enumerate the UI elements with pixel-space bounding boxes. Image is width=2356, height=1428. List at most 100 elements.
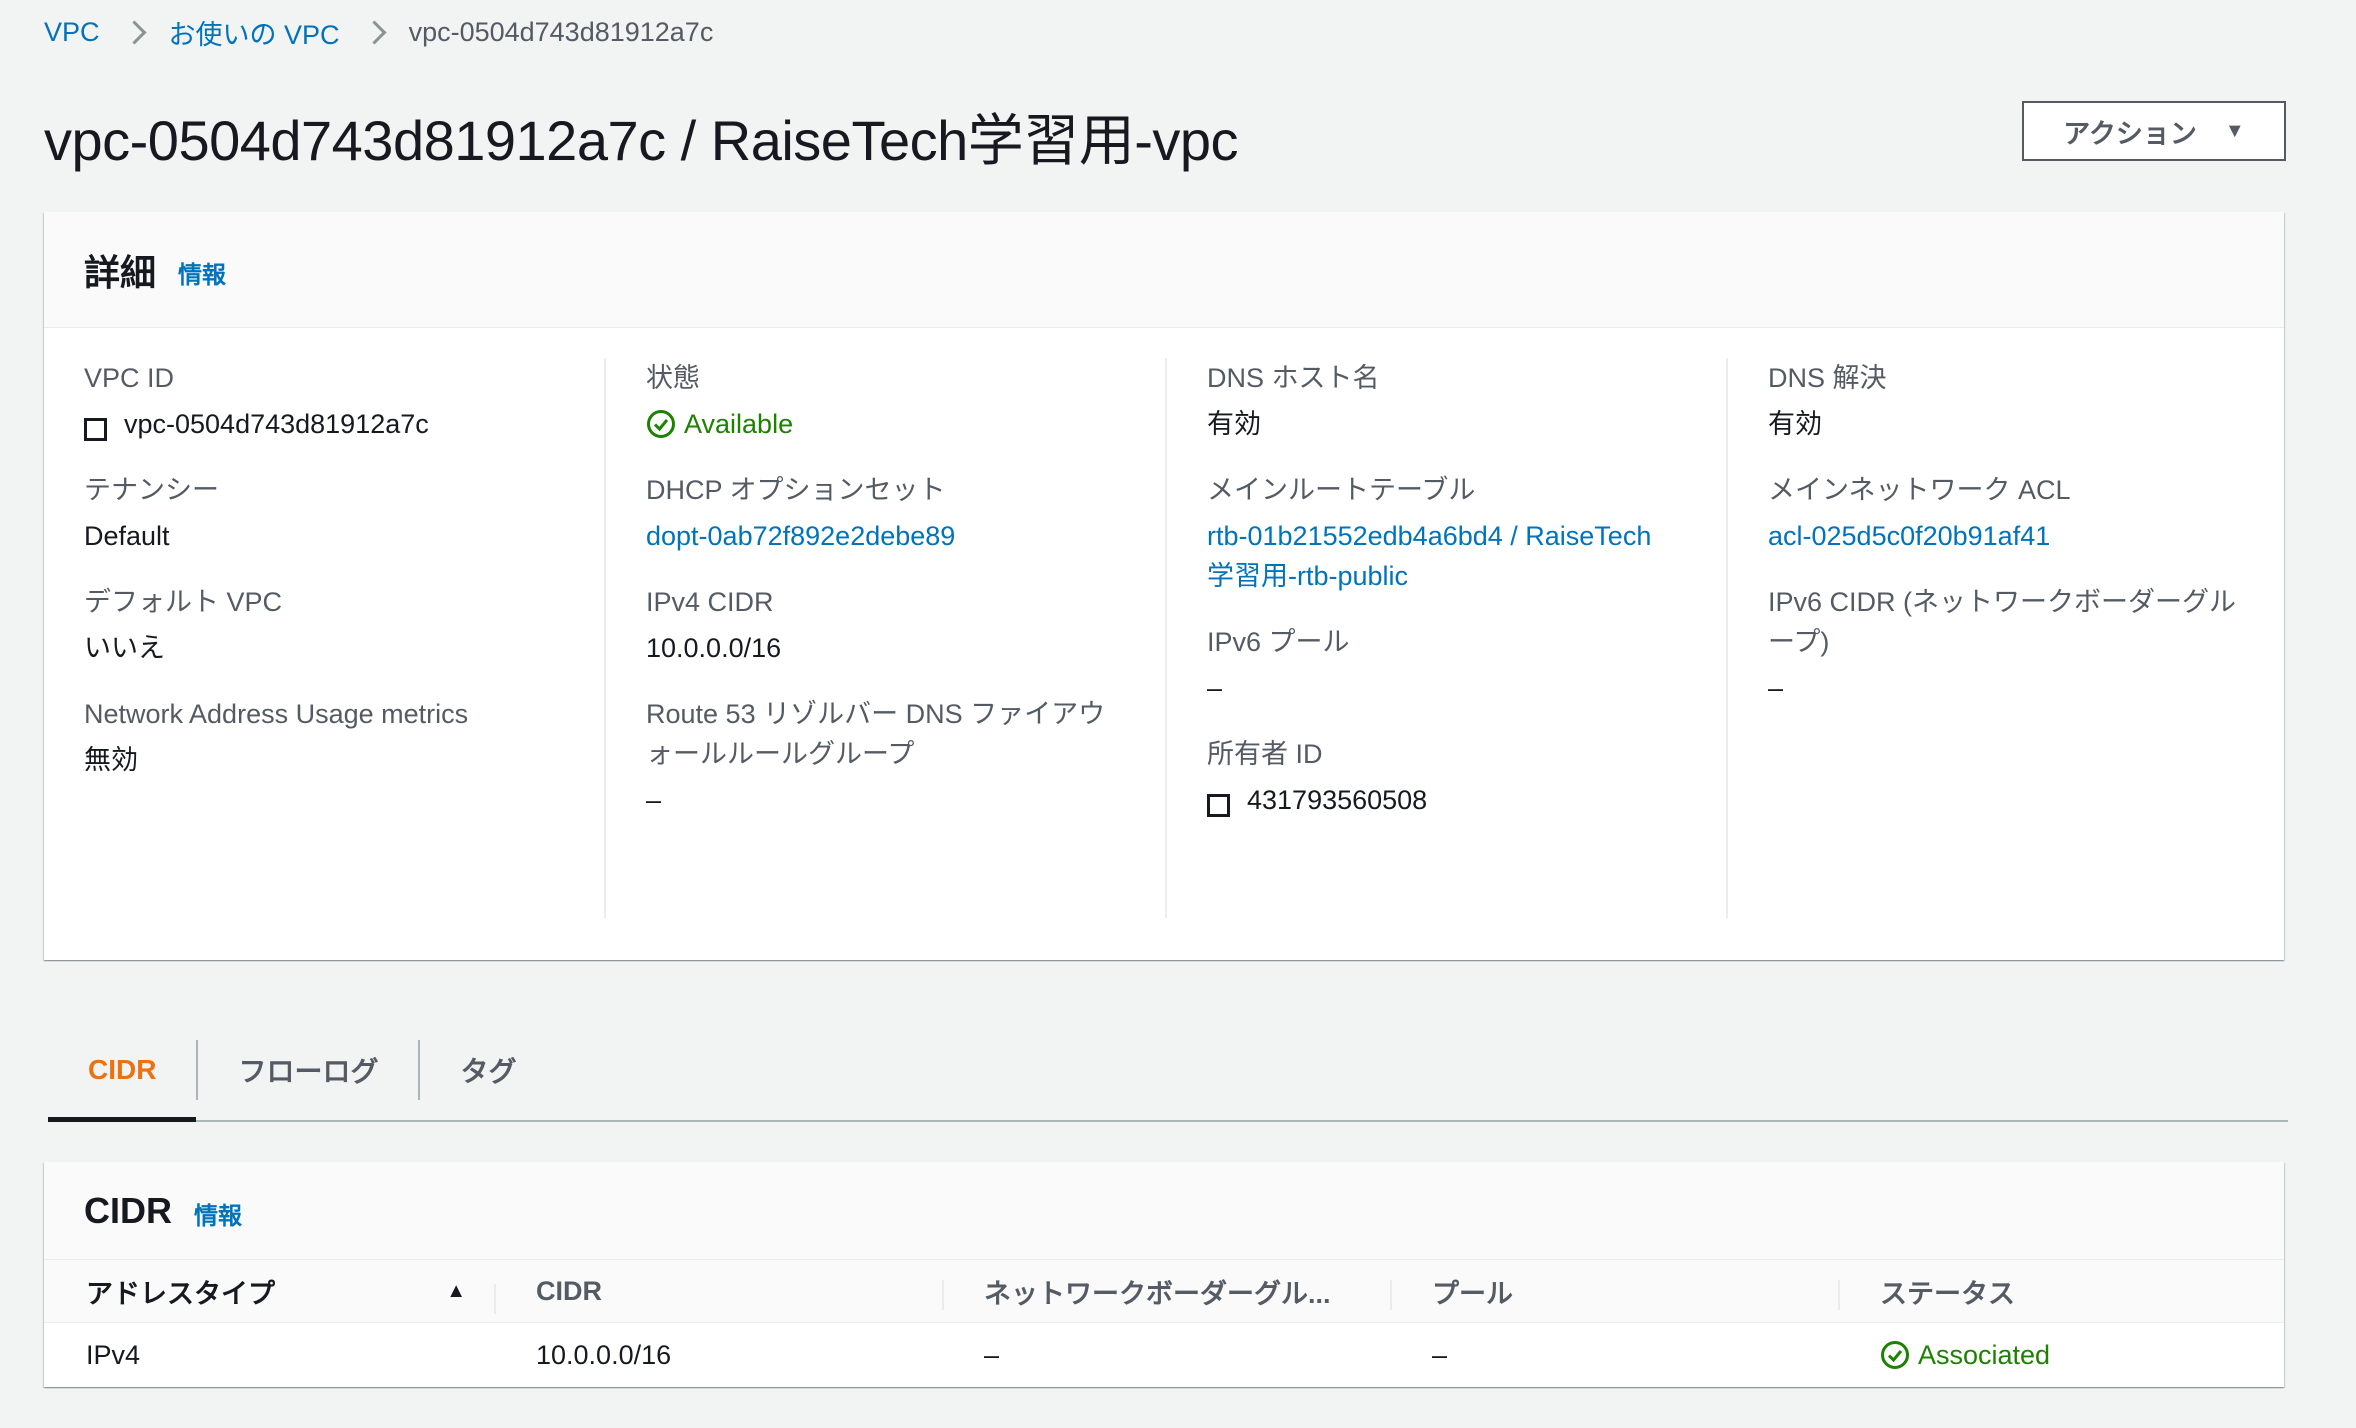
status-success-icon [647,410,675,438]
details-info-link[interactable]: 情報 [178,255,226,290]
field-ipv4-cidr: IPv4 CIDR 10.0.0.0/16 [646,582,1166,668]
column-divider [604,358,606,918]
cell-border-group: – [984,1339,1000,1370]
cidr-header: CIDR 情報 [44,1162,2284,1260]
field-vpc-id: VPC ID vpc-0504d743d81912a7c [84,358,604,444]
column-header-status[interactable]: ステータス [1838,1272,2284,1311]
details-panel: 詳細 情報 VPC ID vpc-0504d743d81912a7c テナンシー… [44,212,2284,960]
state-value-row: Available [646,404,1166,444]
field-main-acl: メインネットワーク ACL acl-025d5c0f20b91af41 [1768,470,2288,556]
field-owner-id: 所有者 ID 431793560508 [1207,734,1727,820]
main-route-table-line1: rtb-01b21552edb4a6bd4 / RaiseTech [1207,521,1652,551]
main-route-table-link[interactable]: rtb-01b21552edb4a6bd4 / RaiseTech 学習用-rt… [1207,516,1727,596]
status-value: Associated [1918,1339,2051,1370]
dhcp-link[interactable]: dopt-0ab72f892e2debe89 [646,516,1166,556]
actions-button-label: アクション [2063,118,2197,149]
tab-tags[interactable]: タグ [420,1040,556,1100]
tab-bar: CIDR フローログ タグ [48,1020,2288,1122]
ipv6-cidr-label-line2: ープ) [1768,627,1830,657]
column-header-address-type[interactable]: アドレスタイプ ▲ [44,1272,494,1311]
main-route-table-line2: 学習用-rtb-public [1207,561,1409,591]
default-vpc-label: デフォルト VPC [84,587,283,617]
dhcp-label: DHCP オプションセット [646,475,946,505]
cell-status: Associated [1838,1340,2284,1371]
field-default-vpc: デフォルト VPC いいえ [84,582,604,668]
ipv6-pool-label: IPv6 プール [1207,627,1350,657]
main-acl-label: メインネットワーク ACL [1768,475,2071,505]
dns-hostnames-label: DNS ホスト名 [1207,363,1380,393]
field-state: 状態 Available [646,358,1166,444]
dns-resolution-label: DNS 解決 [1768,363,1887,393]
dns-resolution-value: 有効 [1768,409,1822,439]
cidr-heading: CIDR [84,1189,172,1231]
tenancy-label: テナンシー [84,475,219,505]
sort-ascending-icon[interactable]: ▲ [446,1280,466,1303]
field-route53: Route 53 リゾルバー DNS ファイアウ ォールルールグループ – [646,694,1166,820]
cidr-table-header: アドレスタイプ ▲ CIDR ネットワークボーダーグル... プール ステータス [44,1260,2284,1323]
details-header: 詳細 情報 [44,212,2284,328]
field-nau-metrics: Network Address Usage metrics 無効 [84,694,604,780]
actions-button[interactable]: アクション ▼ [2022,101,2286,161]
ipv4-cidr-label: IPv4 CIDR [646,587,774,617]
chevron-right-icon [122,19,147,45]
cidr-info-link[interactable]: 情報 [194,1196,242,1231]
status-success-icon [1881,1341,1909,1369]
field-ipv6-pool: IPv6 プール – [1207,622,1727,708]
field-dhcp: DHCP オプションセット dopt-0ab72f892e2debe89 [646,470,1166,556]
cell-cidr: 10.0.0.0/16 [536,1339,672,1370]
state-label: 状態 [646,363,700,393]
vpc-id-value-row: vpc-0504d743d81912a7c [84,404,604,444]
tab-flow-logs[interactable]: フローログ [198,1040,418,1100]
details-grid: VPC ID vpc-0504d743d81912a7c テナンシー Defau… [44,328,2284,948]
main-route-table-label: メインルートテーブル [1207,475,1476,505]
dns-hostnames-value: 有効 [1207,409,1261,439]
breadcrumb-your-vpcs-link[interactable]: お使いの VPC [169,13,340,52]
field-dns-resolution: DNS 解決 有効 [1768,358,2288,444]
cell-address-type: IPv4 [86,1339,141,1370]
column-header-label: アドレスタイプ [86,1278,275,1309]
ipv4-cidr-value: 10.0.0.0/16 [646,633,782,663]
default-vpc-value: いいえ [84,633,165,663]
field-main-route-table: メインルートテーブル rtb-01b21552edb4a6bd4 / Raise… [1207,470,1727,596]
cidr-panel: CIDR 情報 アドレスタイプ ▲ CIDR ネットワークボーダーグル... プ… [44,1162,2284,1387]
breadcrumb: VPC お使いの VPC vpc-0504d743d81912a7c [44,12,713,52]
details-column-1: VPC ID vpc-0504d743d81912a7c テナンシー Defau… [84,358,604,806]
vpc-id-value: vpc-0504d743d81912a7c [124,409,429,439]
breadcrumb-vpc-link[interactable]: VPC [44,17,100,48]
table-row: IPv4 10.0.0.0/16 – – Associated [44,1323,2284,1387]
route53-label-line1: Route 53 リゾルバー DNS ファイアウ [646,699,1106,729]
page-title: vpc-0504d743d81912a7c / RaiseTech学習用-vpc [44,109,1239,172]
owner-id-value: 431793560508 [1247,785,1428,815]
details-column-4: DNS 解決 有効 メインネットワーク ACL acl-025d5c0f20b9… [1768,358,2288,734]
caret-down-icon: ▼ [2224,119,2245,142]
owner-id-value-row: 431793560508 [1207,780,1727,820]
details-heading: 詳細 [84,251,157,293]
route53-value: – [646,785,662,815]
details-column-3: DNS ホスト名 有効 メインルートテーブル rtb-01b21552edb4a… [1207,358,1727,846]
column-header-pool[interactable]: プール [1390,1272,1838,1311]
nau-metrics-value: 無効 [84,745,138,775]
field-ipv6-cidr: IPv6 CIDR (ネットワークボーダーグル ープ) – [1768,582,2288,708]
column-header-cidr[interactable]: CIDR [494,1276,942,1314]
ipv6-cidr-label-line1: IPv6 CIDR (ネットワークボーダーグル [1768,587,2237,617]
tab-cidr[interactable]: CIDR [48,1040,197,1122]
ipv6-cidr-value: – [1768,673,1784,703]
owner-id-label: 所有者 ID [1207,739,1323,769]
state-value: Available [684,409,794,439]
column-divider [1726,358,1728,918]
field-dns-hostnames: DNS ホスト名 有効 [1207,358,1727,444]
column-header-border-group[interactable]: ネットワークボーダーグル... [942,1272,1390,1311]
column-divider [1165,358,1167,918]
chevron-right-icon [362,19,387,45]
copy-icon[interactable] [84,411,114,441]
field-tenancy: テナンシー Default [84,470,604,556]
ipv6-pool-value: – [1207,673,1223,703]
details-column-2: 状態 Available DHCP オプションセット dopt-0ab72f89… [646,358,1166,846]
route53-label-line2: ォールルールグループ [646,739,915,769]
main-acl-link[interactable]: acl-025d5c0f20b91af41 [1768,516,2288,556]
breadcrumb-current: vpc-0504d743d81912a7c [408,16,714,47]
vpc-id-label: VPC ID [84,363,175,393]
nau-metrics-label: Network Address Usage metrics [84,699,469,729]
copy-icon[interactable] [1207,787,1237,817]
cell-pool: – [1432,1339,1448,1370]
